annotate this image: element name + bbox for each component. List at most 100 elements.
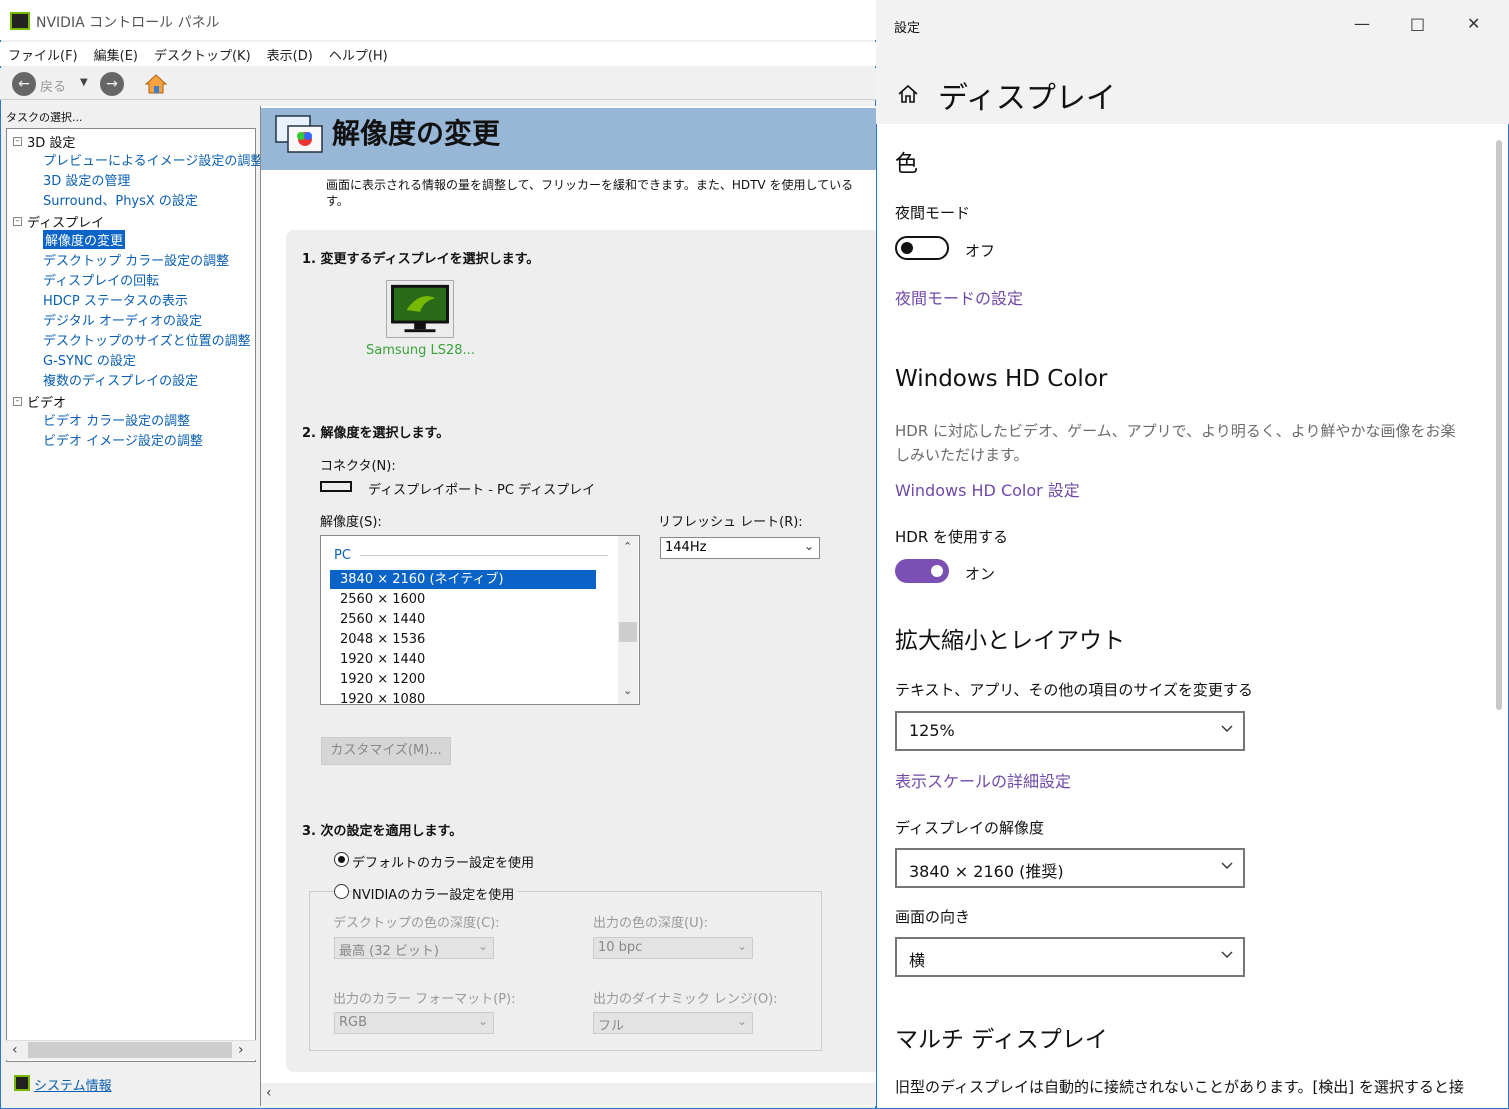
tree-item-desktop-color[interactable]: デスクトップ カラー設定の調整 (43, 250, 229, 269)
color-format-dropdown[interactable]: RGB ⌄ (334, 1012, 494, 1034)
default-color-label[interactable]: デフォルトのカラー設定を使用 (352, 852, 534, 871)
tree-group-video[interactable]: ビデオ (27, 392, 66, 411)
resolution-item[interactable]: 3840 × 2160 (ネイティブ) (330, 570, 596, 589)
resolution-item[interactable]: 2560 × 1600 (330, 590, 596, 609)
menu-desktop[interactable]: デスクトップ(K) (146, 42, 259, 64)
refresh-rate-label: リフレッシュ レート(R): (658, 515, 803, 530)
scale-label: テキスト、アプリ、その他の項目のサイズを変更する (895, 681, 1253, 699)
task-select-label: タスクの選択... (6, 111, 83, 124)
monitor-name[interactable]: Samsung LS28... (366, 343, 475, 358)
nvidia-color-label[interactable]: NVIDIAのカラー設定を使用 (352, 884, 519, 903)
tree-item-video-image[interactable]: ビデオ イメージ設定の調整 (43, 430, 203, 449)
resolution-dropdown[interactable]: 3840 × 2160 (推奨) (895, 848, 1245, 888)
description-line-2: す。 (326, 194, 349, 208)
resolution-scroll-thumb[interactable] (619, 622, 637, 642)
multi-display-heading: マルチ ディスプレイ (895, 1027, 1108, 1053)
resolution-label: 解像度(S): (320, 515, 382, 530)
tree-item-rotate-display[interactable]: ディスプレイの回転 (43, 270, 159, 289)
tree-item-change-resolution[interactable]: 解像度の変更 (43, 230, 126, 249)
hdr-state: オン (965, 565, 996, 583)
hdr-label: HDR を使用する (895, 528, 1009, 546)
tree-group-display[interactable]: ディスプレイ (27, 212, 104, 231)
nvidia-logo-icon (10, 12, 30, 30)
resolution-item[interactable]: 2048 × 1536 (330, 630, 596, 649)
scroll-left-icon[interactable]: ‹ (266, 1085, 272, 1101)
back-arrow-icon[interactable]: ← (12, 72, 36, 96)
tree-item-video-color[interactable]: ビデオ カラー設定の調整 (43, 410, 190, 429)
system-info-link[interactable]: システム情報 (34, 1075, 112, 1094)
displayport-icon (320, 481, 352, 492)
home-icon[interactable] (144, 72, 168, 96)
chevron-down-icon (1221, 862, 1233, 869)
resolution-item[interactable]: 1920 × 1440 (330, 650, 596, 669)
tree-item-manage-3d[interactable]: 3D 設定の管理 (43, 170, 130, 189)
settings-scrollbar[interactable] (1496, 140, 1502, 710)
night-mode-settings-link[interactable]: 夜間モードの設定 (895, 285, 1023, 309)
hd-color-settings-link[interactable]: Windows HD Color 設定 (895, 477, 1080, 501)
toggle-knob (931, 565, 943, 577)
collapse-video-icon[interactable]: - (13, 397, 22, 406)
hd-color-heading: Windows HD Color (895, 366, 1108, 392)
scroll-down-icon[interactable]: ⌄ (623, 684, 632, 697)
resolution-item[interactable]: 1920 × 1200 (330, 670, 596, 689)
description-line-1: 画面に表示される情報の量を調整して、フリッカーを緩和できます。また、HDTV を… (326, 178, 854, 192)
monitor-icon[interactable] (386, 280, 454, 338)
step3-heading: 3. 次の設定を適用します。 (302, 824, 463, 839)
night-mode-state: オフ (965, 242, 996, 260)
resolution-item[interactable]: 2560 × 1440 (330, 610, 596, 629)
tree-item-multi-display[interactable]: 複数のディスプレイの設定 (43, 370, 198, 389)
minimize-icon[interactable]: — (1354, 14, 1370, 33)
tree-item-desktop-size[interactable]: デスクトップのサイズと位置の調整 (43, 330, 251, 349)
dynamic-range-dropdown[interactable]: フル ⌄ (593, 1012, 753, 1034)
tree-group-3d[interactable]: 3D 設定 (27, 132, 75, 151)
toggle-knob (901, 242, 913, 254)
window-title: NVIDIA コントロール パネル (36, 15, 220, 31)
toolbar (0, 68, 876, 100)
menu-view[interactable]: 表示(D) (259, 42, 321, 64)
scale-dropdown[interactable]: 125% (895, 711, 1245, 751)
refresh-rate-dropdown[interactable]: 144Hz ⌄ (660, 537, 820, 559)
scale-advanced-link[interactable]: 表示スケールの詳細設定 (895, 768, 1071, 792)
task-tree: - 3D 設定 プレビューによるイメージ設定の調整 3D 設定の管理 Surro… (6, 128, 263, 1062)
menu-file[interactable]: ファイル(F) (0, 42, 86, 64)
desktop-depth-dropdown[interactable]: 最高 (32 ビット) ⌄ (334, 937, 494, 959)
menu-edit[interactable]: 編集(E) (86, 42, 146, 64)
page-title: 解像度の変更 (332, 117, 501, 150)
tree-item-digital-audio[interactable]: デジタル オーディオの設定 (43, 310, 202, 329)
menu-help[interactable]: ヘルプ(H) (321, 42, 396, 64)
chevron-down-icon: ⌄ (736, 939, 747, 953)
tree-item-surround-physx[interactable]: Surround、PhysX の設定 (43, 190, 198, 209)
scroll-left-icon[interactable]: ‹ (12, 1042, 18, 1058)
resolution-item[interactable]: 1920 × 1080 (330, 690, 596, 703)
tree-item-gsync[interactable]: G-SYNC の設定 (43, 350, 136, 369)
customize-button[interactable]: カスタマイズ(M)... (321, 737, 451, 765)
default-color-radio[interactable] (334, 852, 349, 867)
scroll-up-icon[interactable]: ⌃ (623, 540, 632, 553)
chevron-down-icon: ⌄ (803, 539, 814, 553)
chevron-down-icon: ⌄ (736, 1014, 747, 1028)
collapse-display-icon[interactable]: - (13, 217, 22, 226)
orientation-dropdown[interactable]: 横 (895, 937, 1245, 977)
back-label[interactable]: 戻る (40, 76, 66, 95)
maximize-icon[interactable]: □ (1410, 14, 1425, 33)
tree-item-hdcp-status[interactable]: HDCP ステータスの表示 (43, 290, 188, 309)
resolution-list-scrollbar[interactable] (618, 536, 638, 704)
settings-window-title: 設定 (894, 21, 921, 36)
tree-scroll-thumb[interactable] (28, 1042, 232, 1058)
hdr-toggle[interactable] (895, 559, 949, 583)
home-icon[interactable] (896, 82, 920, 106)
close-icon[interactable]: ✕ (1467, 14, 1480, 33)
back-dropdown-icon[interactable]: ▼ (80, 77, 88, 88)
tree-item-preview-image[interactable]: プレビューによるイメージ設定の調整 (43, 150, 263, 169)
night-mode-label: 夜間モード (895, 204, 971, 222)
forward-arrow-icon[interactable]: → (100, 72, 124, 96)
output-depth-dropdown[interactable]: 10 bpc ⌄ (593, 937, 753, 959)
resolution-group-pc: PC (334, 548, 351, 563)
content-horizontal-scrollbar[interactable] (261, 1083, 876, 1105)
radio-selected-dot (338, 856, 345, 863)
orientation-label: 画面の向き (895, 908, 971, 926)
nvidia-color-radio[interactable] (334, 884, 349, 899)
night-mode-toggle[interactable] (895, 236, 949, 260)
collapse-3d-icon[interactable]: - (13, 137, 22, 146)
scroll-right-icon[interactable]: › (238, 1042, 244, 1058)
